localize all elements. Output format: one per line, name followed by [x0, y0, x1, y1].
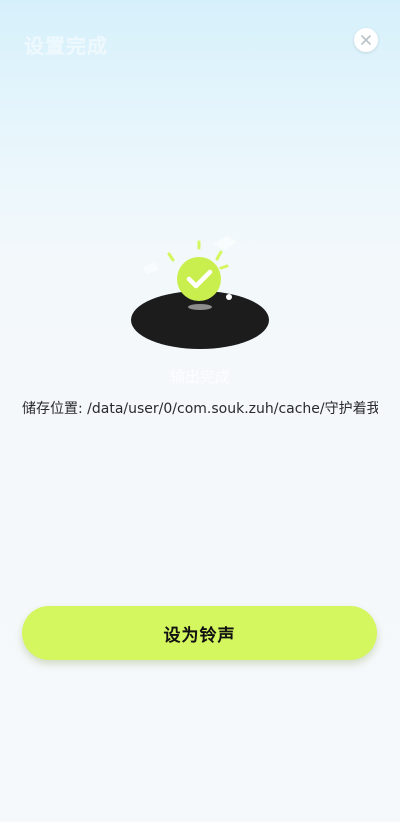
set-ringtone-button[interactable]: 设为铃声 — [22, 606, 377, 660]
close-icon — [361, 35, 371, 45]
page-title: 设置完成 — [24, 34, 108, 58]
close-button[interactable] — [354, 28, 378, 52]
set-ringtone-label: 设为铃声 — [163, 625, 236, 646]
success-illustration — [125, 228, 275, 354]
storage-path-text: 储存位置: /data/user/0/com.souk.zuh/cache/守护… — [22, 401, 378, 417]
result-page: 设置完成 输出完成 储存位置: /data/user/0/com.souk.zu… — [0, 0, 400, 822]
check-circle-icon — [177, 257, 221, 301]
status-text: 输出完成 — [169, 368, 230, 386]
